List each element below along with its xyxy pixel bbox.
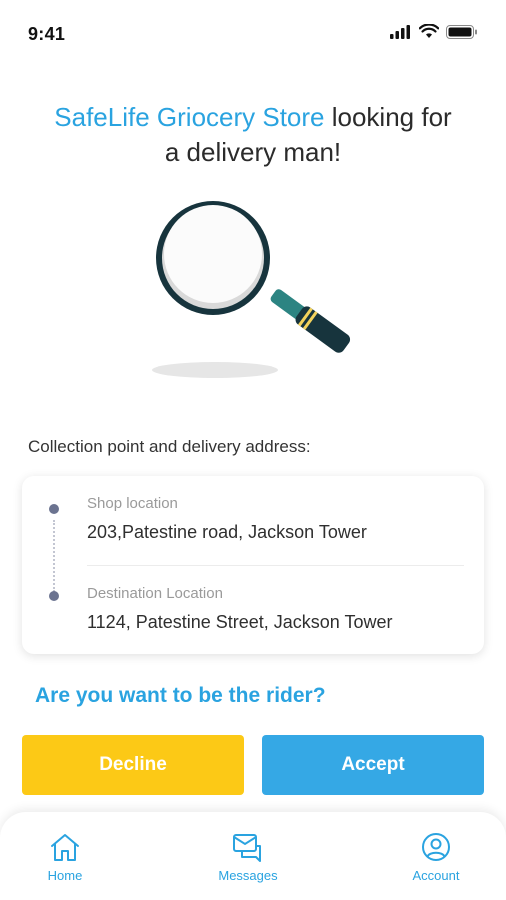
signal-icon <box>390 24 410 39</box>
account-icon <box>422 833 450 861</box>
address-divider <box>87 565 464 566</box>
tab-account[interactable]: Account <box>386 832 486 883</box>
shop-location-value: 203,Patestine road, Jackson Tower <box>87 522 367 542</box>
destination-dot <box>49 591 59 601</box>
wifi-icon <box>419 24 439 38</box>
tab-home-label: Home <box>47 868 83 883</box>
shop-location-dot <box>49 504 59 514</box>
headline-line2: a delivery man! <box>164 137 342 167</box>
accept-button[interactable]: Accept <box>262 735 484 795</box>
rider-question: Are you want to be the rider? <box>35 684 326 707</box>
status-icons <box>390 24 478 39</box>
headline-text: looking for <box>324 102 452 132</box>
destination-label: Destination Location <box>87 585 223 602</box>
decline-button[interactable]: Decline <box>22 735 244 795</box>
shop-location-label: Shop location <box>87 495 178 512</box>
address-card: Shop location 203,Patestine road, Jackso… <box>22 476 484 654</box>
section-title: Collection point and delivery address: <box>28 437 311 456</box>
store-name: SafeLife Griocery Store <box>54 102 325 132</box>
bottom-tab-bar: Home Messages Account <box>0 812 506 900</box>
tab-home[interactable]: Home <box>15 832 115 883</box>
tab-account-label: Account <box>412 868 460 883</box>
magnifier-icon <box>152 201 351 378</box>
status-bar: 9:41 <box>0 0 506 70</box>
magnifier-illustration <box>140 190 370 390</box>
status-time: 9:41 <box>28 24 66 44</box>
headline: SafeLife Griocery Store looking for a de… <box>0 100 506 170</box>
messages-icon <box>233 834 261 862</box>
home-icon <box>51 834 79 861</box>
tab-messages[interactable]: Messages <box>198 832 298 883</box>
tab-messages-label: Messages <box>218 868 278 883</box>
route-connector <box>53 520 55 592</box>
battery-icon <box>446 24 477 39</box>
destination-value: 1124, Patestine Street, Jackson Tower <box>87 612 393 632</box>
